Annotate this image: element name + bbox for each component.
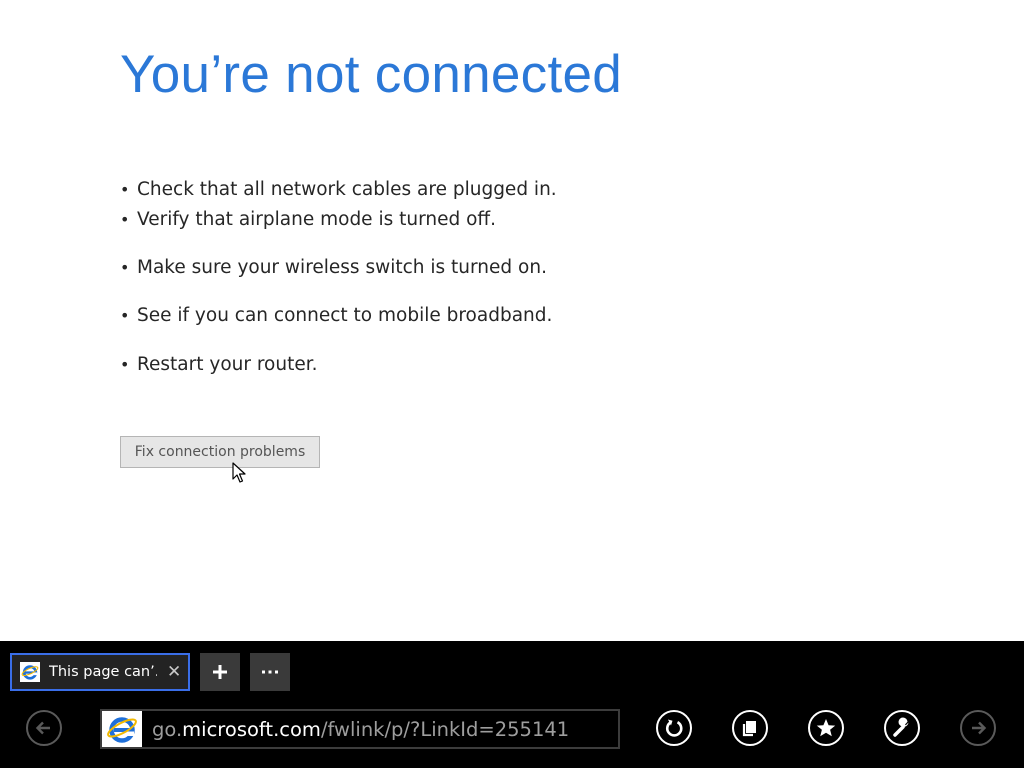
- bullet: •: [120, 306, 130, 326]
- close-tab-icon[interactable]: ✕: [167, 663, 181, 681]
- url-domain: microsoft.com: [182, 718, 321, 741]
- favorites-button[interactable]: [808, 710, 844, 746]
- fix-connection-problems-button[interactable]: Fix connection problems: [120, 436, 320, 468]
- list-item: • Verify that airplane mode is turned off…: [120, 209, 557, 257]
- list-item: • Check that all network cables are plugg…: [120, 176, 557, 209]
- bullet: •: [120, 210, 130, 229]
- bullet: •: [120, 354, 130, 374]
- tools-button[interactable]: [884, 710, 920, 746]
- tip-text: See if you can connect to mobile broadba…: [137, 305, 553, 327]
- tab-current-page[interactable]: This page can’... ✕: [10, 653, 190, 691]
- star-icon: [816, 719, 836, 737]
- list-item: • See if you can connect to mobile broadb…: [120, 305, 557, 353]
- page-tools-icon: [742, 721, 756, 737]
- forward-arrow-icon: [972, 721, 987, 735]
- tip-text: Restart your router.: [137, 353, 318, 375]
- troubleshooting-list: • Check that all network cables are plugg…: [120, 176, 557, 402]
- url-text[interactable]: go.microsoft.com/fwlink/p/?LinkId=255141: [152, 718, 569, 741]
- url-prefix: go.: [152, 718, 183, 741]
- refresh-button[interactable]: [656, 710, 692, 746]
- url-path: /fwlink/p/?LinkId=255141: [320, 718, 570, 741]
- tab-tools-button[interactable]: [250, 653, 290, 691]
- forward-button[interactable]: [960, 710, 996, 746]
- ie-icon: [102, 711, 142, 747]
- error-page: You’re not connected • Check that all net…: [0, 0, 1024, 641]
- more-icon: [262, 670, 278, 674]
- list-item: • Restart your router.: [120, 354, 557, 402]
- tab-title: This page can’...: [49, 664, 157, 680]
- refresh-icon: [666, 719, 683, 737]
- back-arrow-icon: [35, 721, 50, 735]
- wrench-icon: [893, 717, 909, 737]
- page-tools-button[interactable]: [732, 710, 768, 746]
- mouse-cursor-icon: [232, 462, 246, 483]
- tip-text: Check that all network cables are plugge…: [137, 179, 557, 200]
- tip-text: Make sure your wireless switch is turned…: [137, 257, 547, 279]
- bullet: •: [120, 258, 130, 278]
- tip-text: Verify that airplane mode is turned off.: [137, 209, 497, 230]
- back-button[interactable]: [26, 710, 62, 746]
- list-item: • Make sure your wireless switch is turne…: [120, 257, 557, 305]
- page-title: You’re not connected: [120, 45, 623, 104]
- ie-icon: [20, 662, 40, 682]
- address-bar[interactable]: go.microsoft.com/fwlink/p/?LinkId=255141: [100, 709, 620, 749]
- bullet: •: [120, 180, 130, 199]
- new-tab-button[interactable]: [200, 653, 240, 691]
- plus-icon: [213, 665, 227, 679]
